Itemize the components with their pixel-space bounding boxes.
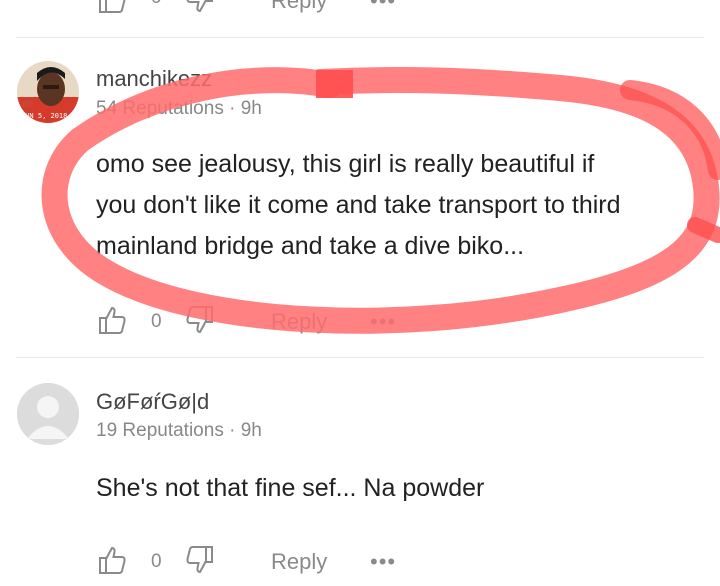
- reputation-text: 54 Reputations · 9h: [96, 98, 262, 120]
- reply-button[interactable]: Reply: [271, 309, 327, 335]
- thumbs-down-icon: [186, 0, 213, 13]
- default-avatar-icon: [17, 383, 79, 445]
- divider: [16, 357, 704, 358]
- thumbs-down-icon: [186, 546, 213, 574]
- like-count: 0: [151, 311, 162, 332]
- thumbs-up-icon: [99, 546, 126, 574]
- like-count: 0: [151, 551, 162, 572]
- divider: [16, 37, 704, 38]
- reputation-count: 54 Reputations: [96, 98, 224, 119]
- timestamp: · 9h: [229, 420, 262, 441]
- avatar[interactable]: [17, 383, 79, 445]
- comment-line: mainland bridge and take a dive biko...: [96, 232, 525, 260]
- dislike-button[interactable]: [185, 545, 215, 575]
- more-options-button[interactable]: •••: [370, 549, 396, 575]
- avatar[interactable]: JUN 5, 2018: [17, 61, 79, 123]
- dislike-button[interactable]: [185, 305, 215, 335]
- like-button[interactable]: [97, 545, 127, 575]
- username[interactable]: manchikezz: [96, 66, 212, 92]
- reply-button[interactable]: Reply: [271, 0, 327, 14]
- comment-line: She's not that fine sef... Na powder: [96, 474, 485, 502]
- comment-line: omo see jealousy, this girl is really be…: [96, 150, 595, 178]
- reputation-text: 19 Reputations · 9h: [96, 420, 262, 442]
- like-count: 0: [151, 0, 162, 9]
- thumbs-up-icon: [99, 306, 126, 334]
- reply-button[interactable]: Reply: [271, 549, 327, 575]
- avatar-date-stamp: JUN 5, 2018: [21, 112, 68, 120]
- reputation-count: 19 Reputations: [96, 420, 224, 441]
- like-button[interactable]: [97, 0, 127, 14]
- timestamp: · 9h: [229, 98, 262, 119]
- dislike-button[interactable]: [185, 0, 215, 14]
- like-button[interactable]: [97, 305, 127, 335]
- comment-line: you don't like it come and take transpor…: [96, 191, 621, 219]
- thumbs-up-icon: [99, 0, 126, 13]
- username[interactable]: GøFøŕGø|d: [96, 389, 209, 415]
- thumbs-down-icon: [186, 306, 213, 334]
- more-options-button[interactable]: •••: [370, 0, 396, 14]
- more-options-button[interactable]: •••: [370, 309, 396, 335]
